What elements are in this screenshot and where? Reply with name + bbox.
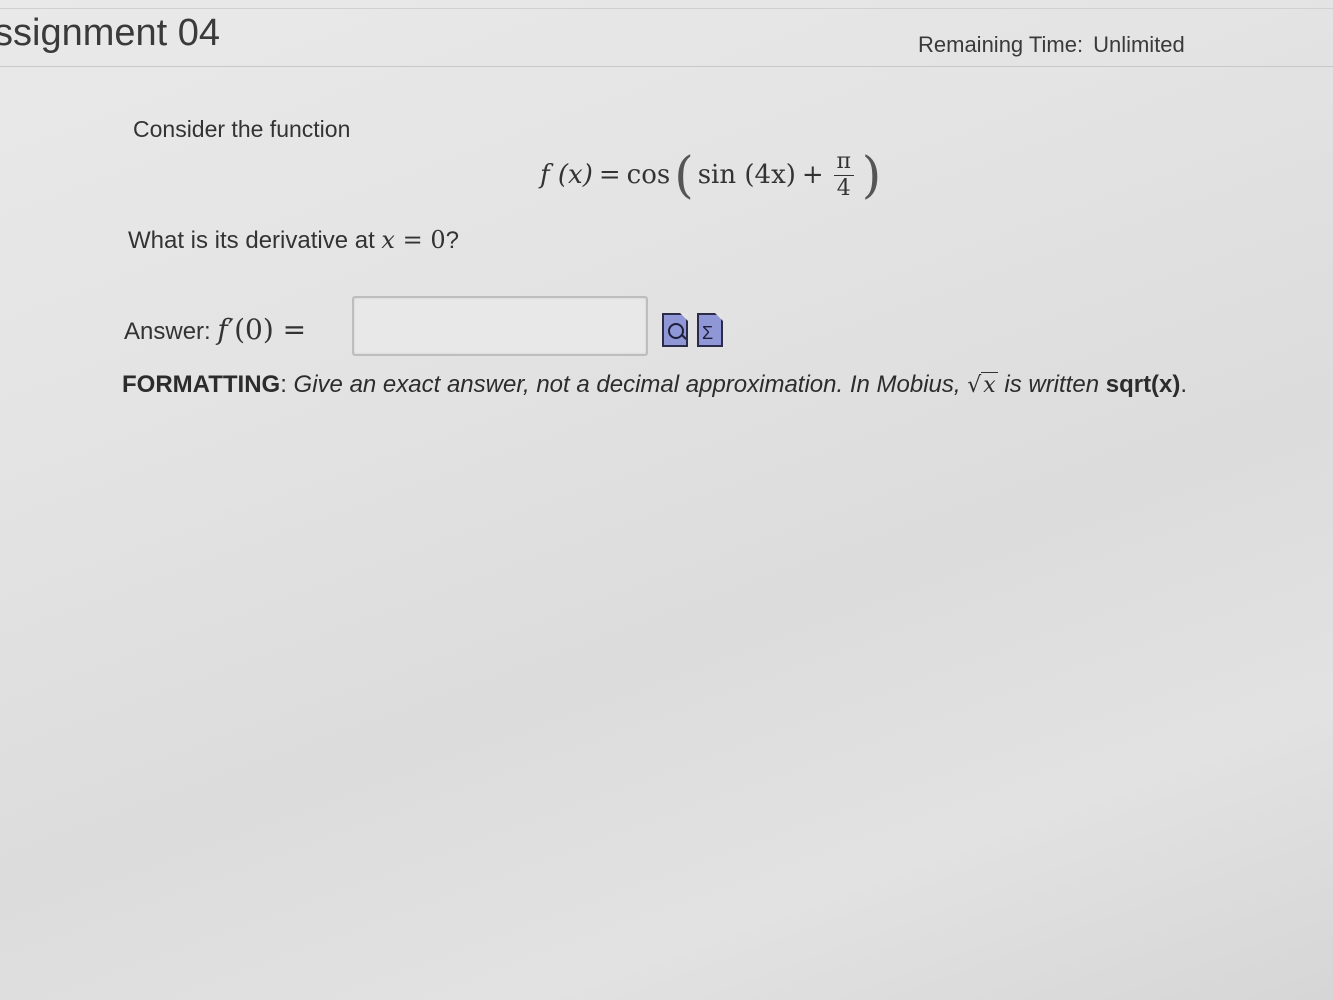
sqrt-symbol: √x [967,372,998,398]
formula-sin: sin (4x) [697,160,796,190]
fraction-denominator: 4 [836,175,851,201]
formatting-instruction: Give an exact answer, not a decimal appr… [293,371,968,398]
function-formula: f (x) = cos ( sin (4x) + π 4 ) [540,150,885,200]
fraction-numerator: π [836,148,851,174]
prompt-equals: = [394,226,431,254]
answer-label: Answer: f′(0) = [124,313,306,346]
answer-expr-f: f [217,313,228,346]
equation-editor-icon[interactable]: Σ [697,313,723,347]
answer-input[interactable] [352,296,648,356]
question-intro: Consider the function [133,116,351,142]
answer-expr-arg: (0) = [234,313,307,346]
remaining-time-label: Remaining Time: [918,32,1084,57]
formula-close-paren: ) [861,146,882,204]
remaining-time-value: Unlimited [1093,32,1185,57]
prompt-variable: x [381,226,395,254]
formatting-code: sqrt(x) [1105,371,1181,398]
assignment-header: ssignment 04 Remaining Time: Unlimited [0,0,1333,67]
formatting-note: FORMATTING: Give an exact answer, not a … [122,371,1187,399]
formula-lhs: f (x) [540,160,593,190]
formatting-end: . [1180,371,1188,398]
formula-fraction: π 4 [833,148,854,201]
formula-plus: + [801,160,824,190]
prompt-value: 0 [430,226,446,254]
top-divider [0,8,1333,9]
sigma-icon: Σ [702,323,714,343]
prompt-text: What is its derivative at [128,227,382,254]
answer-label-text: Answer: [124,318,218,345]
formatting-label: FORMATTING [122,371,281,398]
sqrt-radicand: x [981,372,998,398]
remaining-time: Remaining Time: Unlimited [918,32,1185,58]
question-prompt: What is its derivative at x = 0? [128,226,459,255]
formula-cos: cos [626,160,671,190]
assignment-title: ssignment 04 [0,12,221,54]
formula-open-paren: ( [674,146,694,204]
formatting-written: is written [997,371,1106,398]
magnifier-icon [668,323,684,339]
formula-equals: = [598,160,621,190]
preview-icon[interactable] [662,313,688,347]
formatting-colon: : [280,371,294,398]
prompt-end: ? [445,227,459,254]
